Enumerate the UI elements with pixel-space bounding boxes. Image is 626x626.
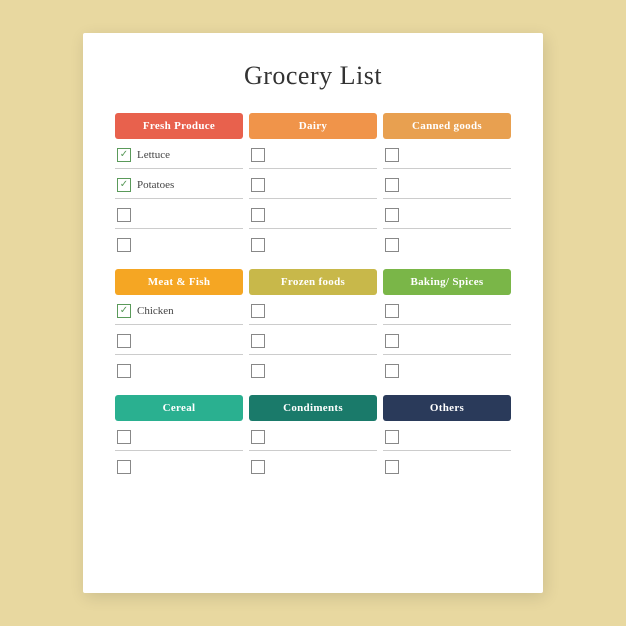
list-item[interactable]: [249, 451, 377, 481]
checkbox[interactable]: ✓: [117, 304, 131, 318]
list-item[interactable]: [249, 295, 377, 325]
checkbox[interactable]: [117, 238, 131, 252]
checkbox[interactable]: [251, 430, 265, 444]
checkbox[interactable]: [251, 304, 265, 318]
section-2: Meat & FishFrozen foodsBaking/ Spices ✓ Ch…: [115, 269, 511, 385]
list-item[interactable]: [383, 451, 511, 481]
page-title: Grocery List: [115, 61, 511, 91]
checkbox[interactable]: ✓: [117, 178, 131, 192]
checkbox[interactable]: [117, 460, 131, 474]
checkbox[interactable]: [385, 334, 399, 348]
list-item[interactable]: [115, 199, 243, 229]
checkbox[interactable]: [251, 460, 265, 474]
column-2-1: ✓ Chicken: [115, 295, 243, 385]
list-item[interactable]: [249, 421, 377, 451]
checkbox[interactable]: [385, 364, 399, 378]
column-2-3: [383, 295, 511, 385]
checkbox[interactable]: [251, 238, 265, 252]
column-1-2: [249, 139, 377, 259]
column-1-3: [383, 139, 511, 259]
checkbox[interactable]: [385, 178, 399, 192]
checkbox[interactable]: [385, 148, 399, 162]
list-item[interactable]: ✓ Chicken: [115, 295, 243, 325]
checkbox[interactable]: [385, 304, 399, 318]
list-item[interactable]: [249, 139, 377, 169]
list-item[interactable]: [383, 229, 511, 259]
checkbox[interactable]: [117, 430, 131, 444]
checkbox[interactable]: [385, 238, 399, 252]
list-item[interactable]: [383, 325, 511, 355]
checkbox[interactable]: [117, 208, 131, 222]
list-item[interactable]: ✓ Lettuce: [115, 139, 243, 169]
header-baking--spices: Baking/ Spices: [383, 269, 511, 295]
list-item[interactable]: [115, 325, 243, 355]
header-canned-goods: Canned goods: [383, 113, 511, 139]
column-3-1: [115, 421, 243, 481]
item-label: Lettuce: [137, 149, 170, 161]
checkbox[interactable]: [385, 208, 399, 222]
checkbox[interactable]: [117, 364, 131, 378]
checkbox[interactable]: [251, 364, 265, 378]
checkmark-icon: ✓: [120, 180, 128, 190]
list-item[interactable]: [115, 229, 243, 259]
item-label: Potatoes: [137, 179, 174, 191]
section-1: Fresh ProduceDairyCanned goods ✓ Lettuce ✓ P…: [115, 113, 511, 259]
list-item[interactable]: [115, 355, 243, 385]
item-label: Chicken: [137, 305, 174, 317]
header-frozen-foods: Frozen foods: [249, 269, 377, 295]
header-fresh-produce: Fresh Produce: [115, 113, 243, 139]
checkbox[interactable]: [251, 208, 265, 222]
paper: Grocery List Fresh ProduceDairyCanned go…: [83, 33, 543, 593]
list-item[interactable]: [383, 421, 511, 451]
list-item[interactable]: [383, 295, 511, 325]
checkbox[interactable]: ✓: [117, 148, 131, 162]
list-item[interactable]: [383, 199, 511, 229]
column-3-3: [383, 421, 511, 481]
section-3: CerealCondimentsOthers: [115, 395, 511, 481]
checkbox[interactable]: [117, 334, 131, 348]
column-3-2: [249, 421, 377, 481]
checkbox[interactable]: [251, 178, 265, 192]
header-condiments: Condiments: [249, 395, 377, 421]
checkmark-icon: ✓: [120, 306, 128, 316]
list-item[interactable]: [249, 325, 377, 355]
header-meat---fish: Meat & Fish: [115, 269, 243, 295]
checkmark-icon: ✓: [120, 150, 128, 160]
header-others: Others: [383, 395, 511, 421]
checkbox[interactable]: [251, 148, 265, 162]
list-item[interactable]: [249, 199, 377, 229]
list-item[interactable]: [383, 169, 511, 199]
list-item[interactable]: [115, 421, 243, 451]
column-2-2: [249, 295, 377, 385]
checkbox[interactable]: [385, 430, 399, 444]
list-item[interactable]: [249, 169, 377, 199]
checkbox[interactable]: [251, 334, 265, 348]
list-item[interactable]: [115, 451, 243, 481]
list-item[interactable]: ✓ Potatoes: [115, 169, 243, 199]
list-item[interactable]: [249, 229, 377, 259]
list-item[interactable]: [383, 139, 511, 169]
header-cereal: Cereal: [115, 395, 243, 421]
column-1-1: ✓ Lettuce ✓ Potatoes: [115, 139, 243, 259]
list-item[interactable]: [249, 355, 377, 385]
checkbox[interactable]: [385, 460, 399, 474]
list-item[interactable]: [383, 355, 511, 385]
header-dairy: Dairy: [249, 113, 377, 139]
